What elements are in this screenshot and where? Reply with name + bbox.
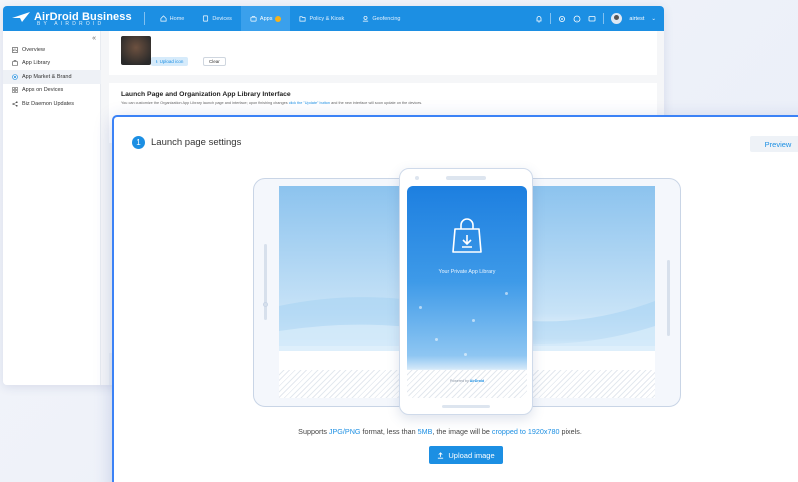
preview-button[interactable]: Preview	[750, 136, 798, 152]
sidebar-item-app-market-brand[interactable]: App Market & Brand	[3, 70, 101, 84]
section-title: Launch Page and Organization App Library…	[121, 91, 291, 98]
user-name[interactable]: airtest	[629, 16, 644, 22]
notification-bell-icon[interactable]	[535, 15, 543, 23]
upload-requirements-text: Supports JPG/PNG format, less than 5MB, …	[114, 427, 766, 436]
sidebar-item-biz-daemon-updates[interactable]: Biz Daemon Updates	[3, 97, 101, 111]
sidebar-item-app-library[interactable]: App Library	[3, 57, 101, 71]
decorative-dot	[472, 319, 475, 322]
sidebar-item-apps-on-devices[interactable]: Apps on Devices	[3, 84, 101, 98]
sidebar-list: Overview App Library App Market & Brand …	[3, 43, 101, 111]
powered-by-label: Powered by AirDroid	[407, 379, 527, 383]
support-size: 5MB	[417, 427, 433, 436]
market-icon	[12, 73, 18, 80]
sidebar-item-label: App Library	[22, 60, 51, 67]
sidebar-item-overview[interactable]: Overview	[3, 43, 101, 57]
icon-card: ⭳ Upload icon Clear	[109, 31, 657, 75]
support-text: pixels.	[559, 427, 582, 436]
step-title: Launch page settings	[151, 137, 242, 148]
upload-icon: ⭳	[156, 58, 158, 64]
clear-label: Clear	[209, 59, 220, 64]
phone-mockup: Your Private App Library Powered by AirD…	[399, 168, 533, 415]
private-app-library-label: Your Private App Library	[438, 269, 496, 275]
upload-icon-label: Upload icon	[159, 59, 184, 64]
tablet-home-button	[263, 302, 268, 307]
phone-camera	[415, 176, 419, 180]
step-number: 1	[132, 136, 145, 149]
nav-label: Policy & Kiosk	[309, 15, 345, 22]
launch-page-settings-panel: 1 Launch page settings Preview Your Priv…	[112, 115, 798, 482]
support-text: , the image will be	[432, 427, 492, 436]
nav-home[interactable]: Home	[151, 6, 194, 31]
app-icon-thumbnail	[121, 36, 151, 65]
sidebar: « Overview App Library App Market & Bran…	[3, 31, 101, 385]
upload-icon-button[interactable]: ⭳ Upload icon	[151, 57, 189, 66]
nav-policy-kiosk[interactable]: Policy & Kiosk	[290, 6, 353, 31]
support-crop: cropped to 1920x780	[491, 427, 560, 436]
powered-brand: AirDroid	[469, 379, 485, 383]
support-format: JPG/PNG	[328, 427, 361, 436]
desktop-background: AirDroid Business BY AIRDROID Home Devic…	[0, 0, 798, 482]
divider	[143, 12, 145, 25]
share-icon	[12, 101, 18, 107]
powered-prefix: Powered by	[449, 379, 469, 383]
shopping-bag-icon	[452, 218, 482, 253]
notification-badge	[275, 15, 282, 22]
support-text: Supports	[298, 427, 329, 436]
main-nav: Home Devices Apps Policy & Kiosk Geofenc…	[151, 6, 410, 31]
upload-image-button[interactable]: Upload image	[429, 446, 503, 464]
desc-text: and the new interface will soon update o…	[331, 101, 423, 105]
tablet-side-bar	[264, 244, 267, 320]
sidebar-item-label: Overview	[22, 46, 45, 53]
clear-button[interactable]: Clear	[203, 57, 226, 66]
help-icon[interactable]	[573, 15, 581, 23]
top-bar: AirDroid Business BY AIRDROID Home Devic…	[3, 6, 664, 31]
chevron-down-icon[interactable]: ⌄	[651, 16, 656, 22]
nav-label: Home	[169, 15, 185, 22]
update-link[interactable]: click the "Update" button	[289, 101, 330, 105]
sidebar-item-label: Biz Daemon Updates	[22, 100, 74, 107]
top-right-tools: airtest ⌄	[535, 13, 656, 24]
sidebar-item-label: Apps on Devices	[22, 87, 64, 94]
message-icon[interactable]	[588, 15, 596, 23]
decorative-dot	[505, 292, 508, 295]
phone-home-bar	[442, 405, 490, 408]
nav-label: Devices	[212, 15, 232, 22]
divider	[550, 13, 552, 24]
sidebar-item-label: App Market & Brand	[22, 73, 72, 80]
divider	[603, 13, 605, 24]
upload-icon	[438, 451, 444, 459]
nav-devices[interactable]: Devices	[193, 6, 241, 31]
decorative-dot	[464, 353, 467, 356]
nav-geofencing[interactable]: Geofencing	[353, 6, 409, 31]
phone-speaker	[446, 176, 486, 180]
collapse-sidebar-icon[interactable]: «	[92, 35, 96, 42]
grid-icon	[12, 87, 18, 93]
devices-icon	[203, 15, 209, 22]
phone-screen: Your Private App Library Powered by AirD…	[407, 186, 527, 398]
nav-apps[interactable]: Apps	[240, 6, 291, 31]
desc-text: You can customize the Organization App L…	[121, 101, 288, 105]
nav-label: Apps	[259, 15, 273, 22]
paper-plane-icon	[12, 11, 30, 22]
preview-label: Preview	[764, 139, 792, 149]
support-text: format, less than	[360, 427, 418, 436]
step-header: 1 Launch page settings	[132, 136, 241, 149]
decorative-dot	[435, 338, 438, 341]
folder-icon	[299, 16, 306, 22]
overview-icon	[12, 46, 18, 53]
tablet-side-bar	[667, 260, 670, 336]
home-icon	[160, 15, 167, 22]
nav-label: Geofencing	[372, 15, 401, 22]
logo[interactable]: AirDroid Business BY AIRDROID	[12, 11, 132, 27]
settings-icon[interactable]	[558, 15, 566, 23]
phone-hatch-area	[407, 370, 527, 398]
logo-subtitle: BY AIRDROID	[37, 20, 105, 27]
upload-image-label: Upload image	[448, 450, 495, 460]
geofence-icon	[363, 15, 369, 22]
library-icon	[12, 60, 18, 67]
user-avatar[interactable]	[611, 13, 623, 24]
apps-icon	[250, 15, 257, 22]
section-description: You can customize the Organization App L…	[121, 101, 422, 105]
decorative-dot	[419, 306, 422, 309]
